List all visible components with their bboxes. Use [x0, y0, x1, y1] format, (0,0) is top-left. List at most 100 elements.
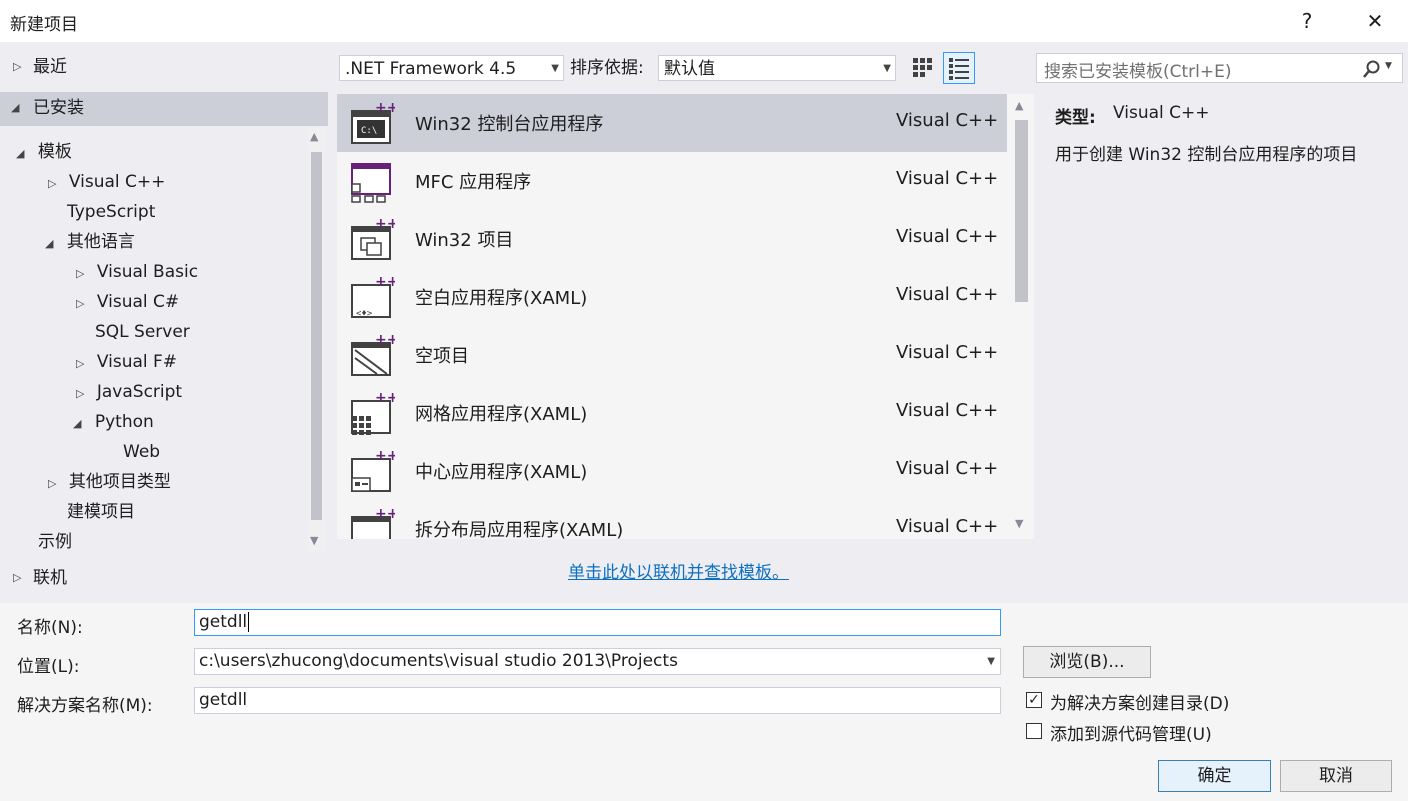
create-directory-label: 为解决方案创建目录(D) [1050, 694, 1230, 714]
expand-arrow-icon: ▷ [13, 571, 22, 584]
collapse-arrow-icon: ◢ [73, 417, 82, 430]
list-view-button[interactable] [943, 52, 975, 84]
tree-scroll-thumb[interactable] [311, 152, 322, 520]
window-edge [1408, 42, 1412, 801]
tree-item-web[interactable]: Web [123, 439, 160, 465]
template-row[interactable]: ++ 网格应用程序(XAML) Visual C++ [337, 384, 1007, 442]
dropdown-arrow-icon: ▼ [551, 63, 559, 74]
blank-xaml-app-icon: <♦> ++ [351, 274, 395, 319]
svg-text:++: ++ [375, 390, 395, 406]
tree-item-visual-fsharp[interactable]: ▷ Visual F# [76, 349, 177, 375]
scroll-down-icon[interactable]: ▼ [310, 534, 318, 547]
svg-text:<♦>: <♦> [356, 309, 373, 319]
browse-button[interactable]: 浏览(B)... [1023, 646, 1151, 678]
description-type-label: 类型: [1055, 108, 1096, 128]
tree-item-samples[interactable]: 示例 [38, 529, 72, 551]
template-search-input[interactable]: 搜索已安装模板(Ctrl+E) ▼ [1036, 53, 1403, 83]
description-text: 用于创建 Win32 控制台应用程序的项目 [1055, 145, 1358, 165]
expand-arrow-icon: ▷ [13, 60, 22, 73]
dropdown-arrow-icon: ▼ [883, 63, 891, 74]
nav-recent-label: 最近 [33, 57, 67, 77]
search-dropdown-icon[interactable]: ▼ [1385, 61, 1392, 71]
tree-item-visual-basic[interactable]: ▷ Visual Basic [76, 259, 198, 285]
template-row[interactable]: <♦> ++ 空白应用程序(XAML) Visual C++ [337, 268, 1007, 326]
expand-arrow-icon: ▷ [76, 267, 85, 280]
add-source-control-checkbox[interactable] [1026, 723, 1042, 739]
tree-item-sql-server[interactable]: SQL Server [95, 319, 190, 345]
tree-item-other-languages[interactable]: ◢ 其他语言 [45, 229, 135, 255]
svg-text:++: ++ [375, 274, 395, 290]
dropdown-arrow-icon[interactable]: ▼ [987, 649, 995, 674]
expand-arrow-icon: ▷ [76, 297, 85, 310]
template-list-scrollbar[interactable]: ▲ ▼ [1012, 96, 1032, 536]
scroll-up-icon[interactable]: ▲ [310, 130, 318, 143]
online-templates-link[interactable]: 单击此处以联机并查找模板。 [568, 558, 789, 583]
create-directory-checkbox[interactable]: ✓ [1026, 692, 1042, 708]
collapse-arrow-icon: ◢ [45, 237, 54, 250]
tree-item-templates[interactable]: ◢ 模板 [16, 139, 72, 165]
tree-item-visual-cpp[interactable]: ▷ Visual C++ [48, 169, 165, 195]
split-xaml-app-icon: ++ [351, 506, 395, 539]
svg-text:++: ++ [375, 216, 395, 232]
tree-item-python[interactable]: ◢ Python [73, 409, 154, 435]
template-scroll-thumb[interactable] [1015, 120, 1028, 302]
empty-project-icon: ++ [351, 332, 395, 376]
tree-item-javascript[interactable]: ▷ JavaScript [76, 379, 182, 405]
scroll-up-icon[interactable]: ▲ [1015, 99, 1023, 112]
title-bar [0, 0, 1412, 42]
template-tree[interactable]: ◢ 模板 ▷ Visual C++ TypeScript ◢ 其他语言 ▷ Vi… [0, 126, 310, 551]
template-list[interactable]: C:\ ++ Win32 控制台应用程序 Visual C++ MFC 应用程序… [337, 94, 1007, 539]
tree-item-other-project-types[interactable]: ▷ 其他项目类型 [48, 469, 171, 495]
template-row[interactable]: ++ Win32 项目 Visual C++ [337, 210, 1007, 268]
help-button[interactable]: ? [1292, 6, 1322, 36]
nav-installed[interactable]: ◢ 已安装 [0, 92, 328, 126]
nav-online[interactable]: ▷ 联机 [0, 563, 328, 593]
hub-xaml-app-icon: ++ [351, 448, 395, 492]
expand-arrow-icon: ▷ [76, 387, 85, 400]
tree-item-modeling-projects[interactable]: 建模项目 [67, 499, 135, 525]
template-row[interactable]: MFC 应用程序 Visual C++ [337, 152, 1007, 210]
win32-project-icon: ++ [351, 216, 395, 260]
location-label: 位置(L): [17, 657, 80, 677]
name-label: 名称(N): [17, 618, 83, 638]
cancel-button[interactable]: 取消 [1280, 760, 1392, 792]
add-source-control-label: 添加到源代码管理(U) [1050, 725, 1212, 745]
grid-xaml-app-icon: ++ [351, 390, 395, 435]
svg-text:++: ++ [375, 332, 395, 348]
close-button[interactable]: ✕ [1360, 6, 1390, 36]
small-icons-view-icon [913, 58, 932, 77]
tree-scrollbar[interactable]: ▲ ▼ [308, 128, 325, 552]
sort-label: 排序依据: [570, 58, 644, 78]
tree-item-typescript[interactable]: TypeScript [67, 199, 155, 225]
solution-name-input[interactable]: getdll [194, 687, 1001, 714]
window-title: 新建项目 [10, 15, 78, 35]
search-icon[interactable] [1362, 59, 1382, 79]
ok-button[interactable]: 确定 [1158, 760, 1271, 792]
console-app-icon: C:\ ++ [351, 100, 395, 144]
tree-item-visual-csharp[interactable]: ▷ Visual C# [76, 289, 179, 315]
expand-arrow-icon: ▷ [48, 177, 57, 190]
expand-arrow-icon: ▷ [48, 477, 57, 490]
mfc-app-icon [351, 163, 391, 203]
expand-arrow-icon: ▷ [76, 357, 85, 370]
small-icons-view-button[interactable] [906, 53, 938, 83]
svg-text:++: ++ [375, 506, 395, 522]
sort-select[interactable]: 默认值 ▼ [658, 55, 896, 81]
svg-text:++: ++ [375, 448, 395, 464]
template-row[interactable]: ++ 中心应用程序(XAML) Visual C++ [337, 442, 1007, 500]
nav-recent[interactable]: ▷ 最近 [0, 52, 328, 82]
svg-text:C:\: C:\ [361, 126, 377, 136]
nav-installed-label: 已安装 [33, 98, 84, 118]
template-row[interactable]: ++ 拆分布局应用程序(XAML) Visual C++ [337, 500, 1007, 539]
list-view-icon [949, 58, 969, 80]
framework-select[interactable]: .NET Framework 4.5 ▼ [339, 55, 564, 81]
text-cursor [248, 612, 250, 632]
template-row[interactable]: C:\ ++ Win32 控制台应用程序 Visual C++ [337, 94, 1007, 152]
scroll-down-icon[interactable]: ▼ [1015, 517, 1023, 530]
name-input[interactable]: getdll [194, 609, 1001, 636]
location-combo[interactable]: c:\users\zhucong\documents\visual studio… [194, 648, 1001, 675]
template-row[interactable]: ++ 空项目 Visual C++ [337, 326, 1007, 384]
nav-online-label: 联机 [33, 568, 67, 588]
svg-text:++: ++ [375, 100, 395, 116]
description-type-value: Visual C++ [1113, 103, 1210, 123]
